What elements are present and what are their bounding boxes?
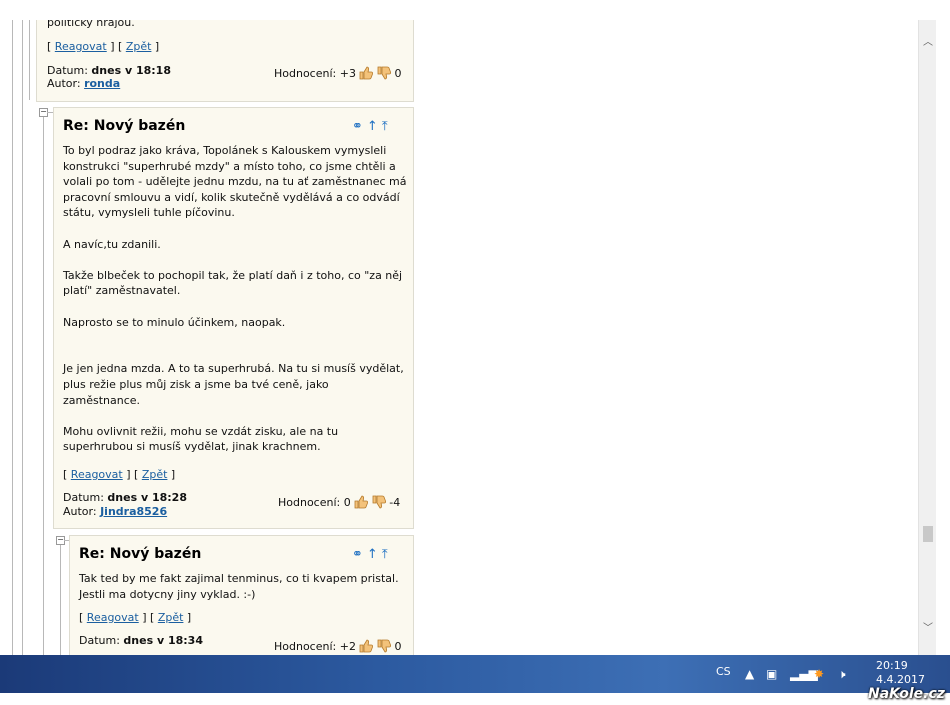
site-watermark: NaKole.cz (868, 686, 945, 702)
avast-icon[interactable]: ✸ (814, 667, 824, 681)
comment-body: Tak ted by me fakt zajimal tenminus, co … (79, 572, 399, 601)
comment-author: Autor: ronda (47, 77, 121, 90)
thumb-down-icon[interactable] (372, 495, 386, 509)
comment-body: To byl podraz jako kráva, Topolánek s Ka… (63, 144, 407, 454)
usb-icon[interactable]: ▣ (766, 667, 777, 681)
comment-title: Re: Nový bazén (63, 118, 186, 134)
comment-actions: [ Reagovat ] [ Zpět ] (47, 40, 160, 53)
browser-top-edge (0, 0, 950, 21)
thumb-down-icon[interactable] (377, 66, 391, 80)
reply-link[interactable]: Reagovat (55, 40, 107, 53)
comment-rating: Hodnocení: +3 0 (274, 66, 402, 80)
link-icon[interactable]: ⚭ (352, 119, 363, 134)
arrow-top-icon[interactable]: ⤒ (382, 119, 388, 134)
scroll-down-icon[interactable]: ﹀ (919, 620, 937, 638)
back-link[interactable]: Zpět (142, 468, 168, 481)
comment-title: Re: Nový bazén (79, 546, 202, 562)
thumb-down-icon[interactable] (377, 639, 391, 653)
thread-line (29, 20, 30, 100)
arrow-up-icon[interactable]: ↑ (367, 119, 378, 134)
link-icon[interactable]: ⚭ (352, 547, 363, 562)
thread-line (43, 116, 44, 655)
system-clock[interactable]: 20:19 4.4.2017 (876, 659, 925, 687)
thread-line (12, 20, 13, 655)
thread-line (22, 20, 23, 655)
reply-link[interactable]: Reagovat (87, 611, 139, 624)
windows-taskbar: CS ▲ ▣ ▂▄▆ ✸ 🕨 20:19 4.4.2017 (0, 655, 950, 693)
comment-actions: [ Reagovat ] [ Zpět ] (63, 468, 176, 481)
scroll-thumb[interactable] (923, 526, 933, 542)
window-edge (936, 20, 950, 655)
back-link[interactable]: Zpět (126, 40, 152, 53)
comment-date: Datum: dnes v 18:18 (47, 64, 171, 77)
author-link[interactable]: ronda (84, 77, 120, 90)
arrow-up-icon[interactable]: ↑ (367, 547, 378, 562)
comment-rating: Hodnocení: 0 -4 (278, 495, 401, 509)
arrow-top-icon[interactable]: ⤒ (382, 547, 388, 562)
thumb-up-icon[interactable] (359, 639, 374, 653)
comment-date: Datum: dnes v 18:28 (63, 491, 187, 504)
scroll-up-icon[interactable]: ︿ (919, 34, 937, 52)
language-indicator[interactable]: CS (716, 665, 731, 678)
author-link[interactable]: Jindra8526 (100, 505, 167, 518)
reply-link[interactable]: Reagovat (71, 468, 123, 481)
tray-expand-icon[interactable]: ▲ (745, 667, 754, 681)
back-link[interactable]: Zpět (158, 611, 184, 624)
vertical-scrollbar[interactable]: ︿ ﹀ (918, 20, 937, 655)
thread-line (60, 542, 61, 655)
thumb-up-icon[interactable] (359, 66, 374, 80)
comment-rating: Hodnocení: +2 0 (274, 639, 402, 653)
comment-icons: ⚭ ↑ ⤒ (348, 547, 388, 562)
comment-text: politicky hrajou. (47, 20, 135, 29)
forum-page: politicky hrajou. [ Reagovat ] [ Zpět ] … (0, 20, 918, 655)
bottom-edge (0, 693, 950, 705)
comment-author: Autor: Jindra8526 (63, 505, 168, 518)
comment-date: Datum: dnes v 18:34 (79, 634, 203, 647)
volume-muted-icon[interactable]: 🕨 (838, 667, 846, 682)
comment-actions: [ Reagovat ] [ Zpět ] (79, 611, 192, 624)
thumb-up-icon[interactable] (354, 495, 369, 509)
comment-icons: ⚭ ↑ ⤒ (348, 119, 388, 134)
